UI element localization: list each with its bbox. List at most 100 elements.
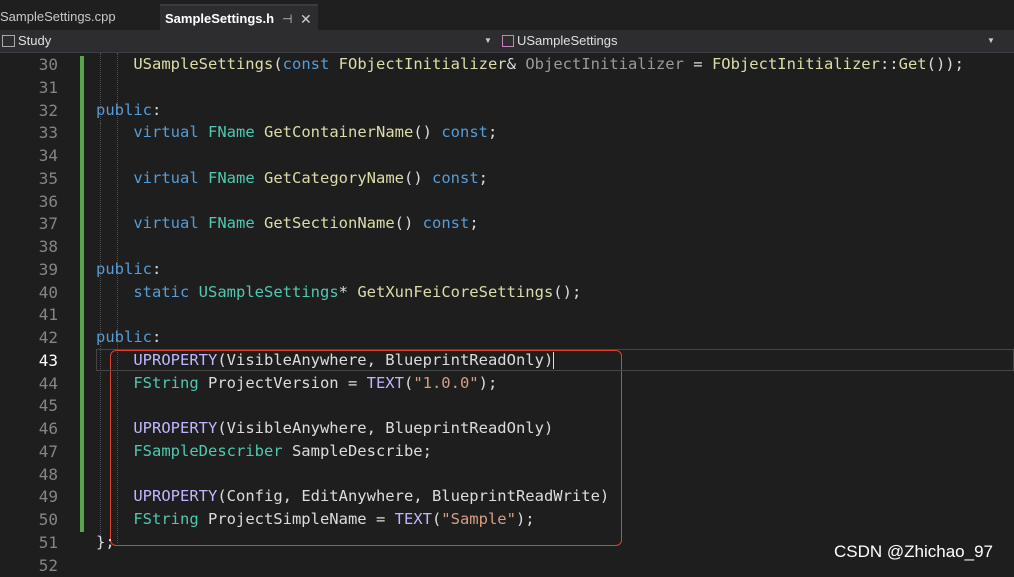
code-line[interactable]: 45 (0, 394, 1014, 417)
code-token: const (441, 123, 488, 142)
code-line[interactable]: 32 public: (0, 99, 1014, 122)
code-line[interactable]: 43 UPROPERTY(VisibleAnywhere, BlueprintR… (0, 348, 1014, 372)
code-line[interactable]: 40 static USampleSettings* GetXunFeiCore… (0, 281, 1014, 304)
line-number: 46 (38, 419, 58, 438)
line-number: 48 (38, 464, 58, 484)
code-line[interactable]: 33 virtual FName GetContainerName() cons… (0, 121, 1014, 144)
code-token: GetXunFeiCoreSettings (357, 282, 554, 301)
code-token: : (152, 328, 162, 346)
code-token: GetSectionName (264, 214, 395, 233)
code-line[interactable]: 31 (0, 76, 1014, 99)
code-text: public: (96, 258, 161, 281)
code-token: ; (478, 168, 489, 187)
line-number: 31 (38, 77, 58, 97)
code-token: ; (488, 123, 498, 142)
tab-samplesettings-h[interactable]: SampleSettings.h ⊣ ✕ (160, 4, 318, 30)
code-token: FName (208, 168, 255, 187)
code-line[interactable]: 30 USampleSettings(const FObjectInitiali… (0, 53, 1014, 76)
code-token: FName (208, 214, 255, 233)
code-line[interactable]: 44 FString ProjectVersion = TEXT("1.0.0"… (0, 372, 1014, 395)
code-token: "Sample" (441, 510, 516, 528)
code-text: FString ProjectSimpleName = TEXT("Sample… (96, 508, 534, 531)
code-token: UPROPERTY (133, 350, 218, 369)
close-icon[interactable]: ✕ (300, 6, 312, 32)
code-token: ( (273, 55, 283, 73)
project-dropdown[interactable]: Study ▼ (0, 30, 494, 52)
code-token: (Config, EditAnywhere, BlueprintReadWrit… (217, 487, 610, 506)
line-number: 39 (38, 259, 58, 279)
code-line[interactable]: 47 FSampleDescriber SampleDescribe; (0, 440, 1014, 463)
code-text: virtual FName GetContainerName() const; (96, 121, 497, 144)
code-token: & (506, 55, 526, 73)
pin-icon[interactable]: ⊣ (282, 6, 292, 32)
line-number: 32 (38, 100, 58, 120)
code-token: USampleSettings (198, 282, 339, 301)
code-token: ( (431, 510, 442, 528)
code-token: const (282, 55, 330, 73)
code-token: "1.0.0" (413, 373, 479, 392)
line-number: 35 (38, 168, 58, 188)
code-line[interactable]: 49 UPROPERTY(Config, EditAnywhere, Bluep… (0, 485, 1014, 508)
line-number: 49 (38, 487, 58, 507)
code-token: ()); (926, 55, 964, 73)
code-token: ProjectVersion = (198, 373, 367, 392)
code-token: (VisibleAnywhere, BlueprintReadOnly) (217, 350, 554, 369)
code-line[interactable]: 50 FString ProjectSimpleName = TEXT("Sam… (0, 508, 1014, 531)
code-line[interactable]: 48 (0, 463, 1014, 486)
code-text: UPROPERTY(VisibleAnywhere, BlueprintRead… (96, 349, 555, 372)
code-token: public (96, 259, 152, 278)
line-number: 50 (38, 510, 58, 529)
code-line[interactable]: 34 (0, 144, 1014, 167)
code-line[interactable]: 41 (0, 303, 1014, 326)
line-number: 43 (38, 350, 58, 370)
code-text: virtual FName GetCategoryName() const; (96, 167, 488, 190)
code-text: UPROPERTY(VisibleAnywhere, BlueprintRead… (96, 417, 553, 440)
line-number: 52 (38, 555, 58, 575)
code-token: ObjectInitializer (525, 55, 684, 73)
code-token: FObjectInitializer (711, 55, 880, 73)
code-line[interactable]: 37 virtual FName GetSectionName() const; (0, 212, 1014, 235)
scope-label: USampleSettings (517, 33, 618, 48)
scope-dropdown[interactable]: USampleSettings ▼ (498, 30, 998, 52)
code-line[interactable]: 38 (0, 235, 1014, 258)
code-line[interactable]: 46 UPROPERTY(VisibleAnywhere, BlueprintR… (0, 417, 1014, 440)
code-text: UPROPERTY(Config, EditAnywhere, Blueprin… (96, 485, 609, 508)
code-line[interactable]: 42 public: (0, 326, 1014, 349)
tab-label: SampleSettings.cpp (0, 9, 116, 24)
line-number: 51 (38, 532, 58, 552)
code-text: FSampleDescriber SampleDescribe; (96, 440, 432, 463)
line-number: 44 (38, 373, 58, 393)
code-token: FString (133, 373, 199, 392)
code-token: :: (879, 55, 899, 73)
code-token: const (432, 168, 479, 187)
code-token: = (683, 55, 712, 73)
code-text: }; (96, 531, 115, 554)
code-editor[interactable]: 30 USampleSettings(const FObjectInitiali… (0, 53, 1014, 575)
code-token: public (96, 328, 152, 346)
code-text: USampleSettings(const FObjectInitializer… (96, 53, 964, 76)
code-token: FName (208, 123, 255, 142)
line-number: 40 (38, 282, 58, 302)
code-token: TEXT (366, 373, 404, 392)
code-line[interactable]: 39 public: (0, 258, 1014, 281)
tab-samplesettings-cpp[interactable]: SampleSettings.cpp (0, 4, 152, 30)
code-line[interactable]: 35 virtual FName GetCategoryName() const… (0, 167, 1014, 190)
code-token: static (133, 282, 190, 301)
line-number: 33 (38, 123, 58, 143)
code-token: (VisibleAnywhere, BlueprintReadOnly) (217, 419, 554, 437)
code-token: ; (469, 214, 479, 233)
code-token: virtual (133, 123, 199, 142)
code-line[interactable]: 36 (0, 190, 1014, 213)
